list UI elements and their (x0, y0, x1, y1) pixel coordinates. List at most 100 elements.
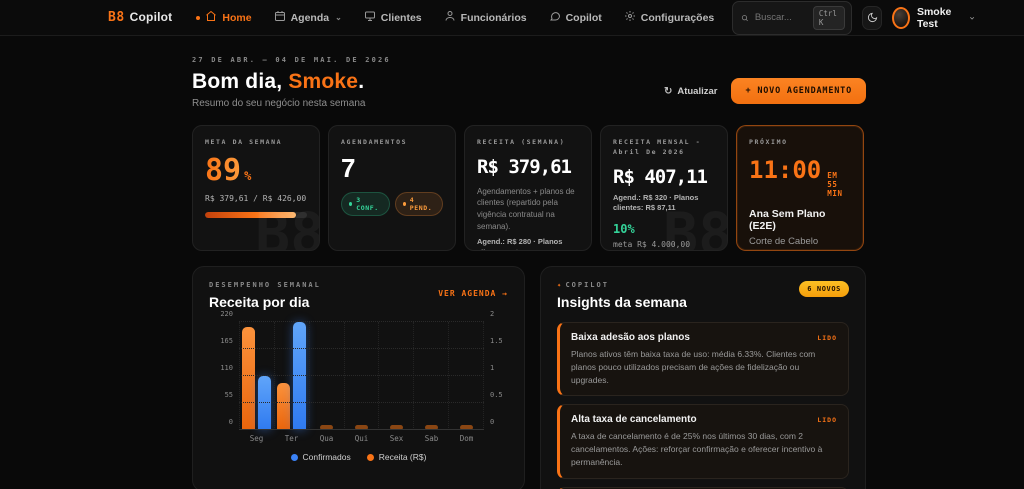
chart-bar-group-qui (343, 322, 379, 430)
app-logo[interactable]: B8 Copilot (108, 10, 172, 25)
chevron-down-icon: ⌄ (335, 13, 342, 22)
card-label: RECEITA MENSAL - Abril De 2026 (613, 138, 702, 156)
clients-icon (364, 10, 376, 25)
chart-eyebrow: DESEMPENHO SEMANAL (209, 281, 321, 289)
left-axis-tick: 55 (224, 391, 233, 399)
meta-progress-track (205, 211, 307, 218)
x-axis-label: Sex (389, 434, 404, 443)
header-actions: ↻ Atualizar + NOVO AGENDAMENTO (664, 78, 866, 104)
nav-item-agenda[interactable]: Agenda ⌄ (274, 10, 342, 25)
left-axis-tick: 0 (228, 418, 233, 426)
insight-body: Planos ativos têm baixa taxa de uso: méd… (571, 349, 816, 385)
new-appointment-button[interactable]: + NOVO AGENDAMENTO (731, 78, 866, 104)
avatar (892, 6, 910, 29)
card-label: META DA SEMANA (205, 138, 283, 146)
nav-item-copilot[interactable]: Copilot (549, 10, 602, 25)
chart-header: DESEMPENHO SEMANAL Receita por dia (209, 281, 321, 310)
new-insights-badge: 6 NOVOS (799, 281, 849, 297)
logo-b8-mark: B8 (108, 10, 125, 25)
card-label: AGENDAMENTOS (341, 138, 408, 146)
weekly-performance-panel: DESEMPENHO SEMANAL Receita por dia VER A… (192, 266, 525, 489)
legend-item[interactable]: Confirmados (290, 452, 351, 462)
nav-item-configuracoes[interactable]: Configurações (624, 10, 714, 25)
left-axis-tick: 220 (220, 310, 233, 318)
confirmados-bar (258, 376, 272, 430)
insight-title: Baixa adesão aos planos (571, 332, 690, 343)
insights-header: ✦ COPILOT Insights da semana (557, 281, 687, 310)
next-appointment-client: Ana Sem Plano (E2E) (749, 207, 826, 232)
gear-icon (624, 10, 636, 25)
legend-item[interactable]: Receita (R$) (366, 452, 427, 462)
nav-items: Home Agenda ⌄ Clientes Funcionários Copilot Co… (196, 10, 714, 25)
stats-row: META DA SEMANA 89 % R$ 379,61 / R$ 426,0… (192, 125, 866, 251)
left-axis-tick: 165 (220, 337, 233, 345)
receita-mensal-breakdown: Agend.: R$ 320 · Planos clientes: R$ 87,… (613, 192, 699, 213)
legend-dot-icon (290, 453, 298, 461)
card-label: PRÓXIMO (749, 138, 788, 146)
pendentes-badge: 4 PEND. (394, 192, 443, 217)
chart-bar-group-sab (413, 322, 448, 430)
amber-dot-icon (402, 202, 406, 207)
chat-icon (549, 10, 561, 25)
search-input[interactable] (754, 12, 807, 23)
logo-text: Copilot (129, 10, 173, 24)
insight-list: Baixa adesão aos planos LIDO Planos ativos… (557, 322, 849, 489)
agendamentos-count: 7 (341, 152, 356, 183)
card-agendamentos: AGENDAMENTOS 7 3 CONF. 4 PEND. (328, 125, 456, 251)
search-box[interactable]: Ctrl K (732, 0, 853, 35)
greeting-block: 27 DE ABR. — 04 DE MAI. DE 2026 Bom dia,… (192, 56, 391, 109)
page-title: Bom dia, Smoke. (192, 70, 365, 93)
top-nav: B8 Copilot Home Agenda ⌄ Clientes Funcionári… (0, 0, 1024, 36)
nav-item-funcionarios[interactable]: Funcionários (444, 10, 527, 25)
right-axis-tick: 1.5 (490, 337, 503, 345)
user-menu[interactable]: Smoke Test (892, 6, 975, 30)
card-proximo[interactable]: PRÓXIMO 11:00 EM 55 MIN Ana Sem Plano (E… (736, 125, 864, 251)
meta-percent-unit: % (244, 168, 252, 183)
chevron-down-icon (969, 16, 974, 20)
active-dot-icon (196, 15, 201, 20)
x-axis-label: Ter (284, 434, 299, 443)
nav-item-label: Funcionários (460, 11, 527, 24)
greeting-name: Smoke (288, 70, 359, 93)
meta-percent-value: 89 (205, 152, 242, 188)
chart-bar-group-ter (273, 322, 309, 430)
meta-detail: R$ 379,61 / R$ 426,00 (205, 193, 307, 203)
x-axis-label: Seg (249, 434, 264, 443)
green-dot-icon (349, 202, 353, 207)
x-axis-label: Sab (424, 434, 439, 443)
insight-card[interactable]: Alta taxa de cancelamento LIDO A taxa de c… (557, 404, 849, 479)
nav-item-home[interactable]: Home (196, 10, 252, 25)
legend-label: Confirmados (302, 452, 351, 462)
insight-status-badge: LIDO (817, 415, 837, 424)
legend-label: Receita (R$) (378, 452, 427, 462)
x-axis-label: Dom (459, 434, 474, 443)
chart-title: Receita por dia (209, 294, 310, 310)
refresh-button[interactable]: ↻ Atualizar (664, 86, 718, 97)
ver-agenda-link[interactable]: VER AGENDA → (438, 289, 508, 298)
insight-title: Alta taxa de cancelamento (571, 414, 697, 426)
page-subtitle: Resumo do seu negócio nesta semana (192, 98, 366, 109)
next-appointment-countdown: EM 55 MIN (827, 170, 843, 198)
meta-progress-fill (205, 211, 296, 218)
receita-mensal-percent: 10% (613, 222, 635, 237)
date-range: 27 DE ABR. — 04 DE MAI. DE 2026 (192, 56, 391, 64)
chart-plot-area: 0 55 110 165 220 0 0.5 1 1.5 2 (220, 310, 503, 430)
insight-body: A taxa de cancelamento é de 25% nos últi… (571, 431, 823, 467)
card-label: RECEITA (SEMANA) (477, 138, 566, 146)
chart-bar-group-sex (378, 322, 413, 430)
bar-chart: 0 55 110 165 220 0 0.5 1 1.5 2 Seg Ter Qua Qui Sex Sab… (209, 310, 508, 462)
theme-toggle-button[interactable] (862, 5, 883, 30)
bottom-row: DESEMPENHO SEMANAL Receita por dia VER A… (192, 266, 866, 489)
nav-item-label: Clientes (380, 11, 422, 24)
moon-icon (867, 12, 877, 23)
next-appointment-service: Corte de Cabelo (749, 235, 819, 247)
insight-card[interactable]: Baixa adesão aos planos LIDO Planos ativos… (557, 322, 849, 397)
chart-x-axis-labels: Seg Ter Qua Qui Sex Sab Dom (239, 434, 484, 443)
nav-item-clientes[interactable]: Clientes (364, 10, 422, 25)
legend-dot-icon (366, 453, 374, 461)
user-name: Smoke Test (916, 5, 952, 30)
card-receita-mensal: RECEITA MENSAL - Abril De 2026 R$ 407,11… (600, 125, 728, 251)
chart-bar-group-seg (239, 322, 274, 430)
nav-item-label: Home (222, 11, 252, 24)
confirmados-badge: 3 CONF. (341, 192, 390, 217)
